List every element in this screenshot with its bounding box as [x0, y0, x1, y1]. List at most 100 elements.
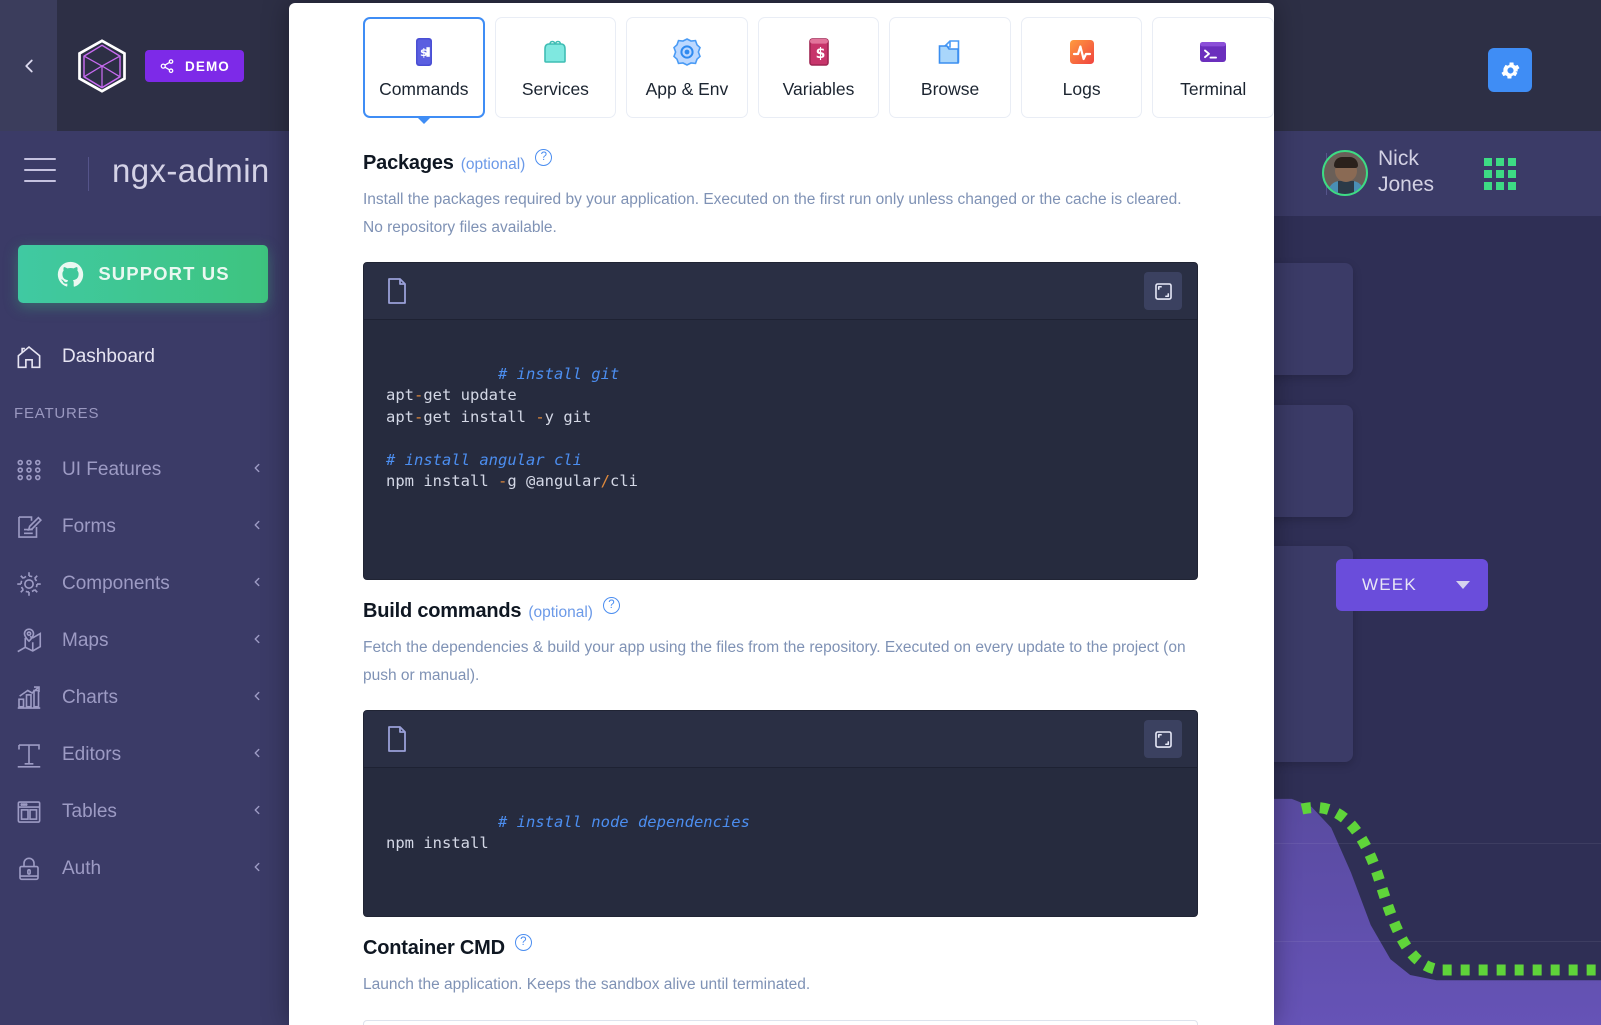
file-icon[interactable]: [385, 725, 409, 753]
gear-icon: [1500, 61, 1520, 79]
app-logo-icon: [78, 39, 126, 93]
tab-label: Services: [521, 79, 589, 99]
user-first-name: Nick: [1378, 147, 1419, 170]
section-build-commands: Build commands (optional) ? Fetch the de…: [363, 597, 1198, 917]
section-heading: Packages (optional) ?: [363, 149, 1198, 175]
build-code-content[interactable]: # install node dependencies npm install: [364, 768, 1197, 916]
dots-grid-icon: [14, 455, 56, 485]
sidebar-collapse-button[interactable]: [0, 0, 57, 131]
avatar[interactable]: [1322, 150, 1368, 196]
sidebar-item-label: Charts: [62, 686, 118, 708]
sidebar-section-features: FEATURES: [14, 404, 100, 422]
sidebar-item-dashboard[interactable]: Dashboard: [0, 328, 290, 385]
tab-logs[interactable]: Logs: [1020, 17, 1143, 118]
tab-label: Terminal: [1180, 79, 1247, 99]
menu-toggle-button[interactable]: [24, 158, 56, 184]
section-optional-tag: (optional): [528, 604, 593, 621]
sidebar-item-label: UI Features: [62, 458, 162, 480]
help-icon[interactable]: ?: [602, 597, 620, 614]
period-selector-week[interactable]: WEEK: [1336, 559, 1488, 611]
tab-variables[interactable]: $ Variables: [757, 17, 880, 118]
tab-label: App & Env: [645, 79, 729, 99]
sidebar-item-tables[interactable]: Tables: [0, 783, 290, 840]
section-description: Install the packages required by your ap…: [363, 191, 1182, 236]
chevron-left-icon: [250, 573, 264, 595]
code-line: apt-get install -y git: [386, 407, 592, 426]
packages-code-editor[interactable]: # install git apt-get update apt-get ins…: [363, 262, 1198, 580]
app-title: ngx-admin: [112, 152, 270, 189]
form-edit-icon: [14, 512, 56, 542]
help-icon[interactable]: ?: [514, 934, 532, 951]
gear-icon: [14, 569, 56, 599]
shell-prompt-icon: $: [407, 35, 441, 69]
variables-book-icon: $: [802, 35, 836, 69]
expand-icon: [1154, 730, 1172, 748]
build-code-editor[interactable]: # install node dependencies npm install: [363, 710, 1198, 917]
sidebar-menu: Dashboard FEATURES UI Features Forms Com…: [0, 328, 290, 897]
chevron-down-icon: [1456, 581, 1470, 589]
expand-editor-button[interactable]: [1144, 720, 1182, 758]
sidebar-item-components[interactable]: Components: [0, 555, 290, 612]
tab-label: Commands: [379, 79, 469, 99]
chevron-left-icon: [250, 687, 264, 709]
tab-services[interactable]: Services: [494, 17, 617, 118]
app-sidebar: SUPPORT US Dashboard FEATURES UI Feature…: [0, 216, 290, 1025]
sidebar-item-ui-features[interactable]: UI Features: [0, 441, 290, 498]
chevron-left-icon: [250, 516, 264, 538]
code-line: npm install: [386, 834, 489, 852]
terminal-icon: [1196, 35, 1230, 69]
user-name[interactable]: Nick Jones: [1378, 146, 1468, 198]
section-heading: Container CMD ?: [363, 934, 1198, 960]
chevron-left-icon: [24, 59, 33, 72]
chevron-left-icon: [250, 459, 264, 481]
apps-grid-icon[interactable]: [1484, 158, 1516, 190]
share-nodes-icon: [160, 58, 174, 73]
code-line: npm install -g @angular/cli: [386, 472, 638, 490]
packages-code-content[interactable]: # install git apt-get update apt-get ins…: [364, 320, 1197, 579]
container-cmd-input[interactable]: ng serve --disable-host-check --host 0.0…: [363, 1020, 1198, 1025]
background-chart: [1272, 762, 1601, 1025]
demo-badge-label: DEMO: [185, 58, 230, 74]
expand-editor-button[interactable]: [1144, 272, 1182, 310]
section-packages: Packages (optional) ? Install the packag…: [363, 149, 1198, 580]
support-us-button[interactable]: SUPPORT US: [18, 245, 268, 303]
folder-file-icon: [933, 35, 967, 69]
help-icon[interactable]: ?: [535, 149, 553, 166]
code-line: apt-get update: [386, 386, 517, 404]
svg-text:$: $: [815, 46, 825, 62]
map-pin-icon: [14, 626, 56, 656]
tab-label: Logs: [1062, 79, 1101, 99]
dialog-tab-bar: $ Commands Services App & Env $ Variable…: [289, 3, 1274, 118]
code-line-comment: # install node dependencies: [497, 812, 750, 831]
code-line-comment: # install angular cli: [386, 450, 582, 469]
settings-button[interactable]: [1488, 48, 1532, 92]
tab-commands[interactable]: $ Commands: [363, 17, 485, 118]
editor-toolbar: [364, 263, 1197, 320]
services-box-icon: [538, 35, 572, 69]
sidebar-item-auth[interactable]: Auth: [0, 840, 290, 897]
demo-badge[interactable]: DEMO: [145, 50, 244, 82]
hamburger-line: [24, 158, 56, 160]
sidebar-item-forms[interactable]: Forms: [0, 498, 290, 555]
chevron-left-icon: [250, 801, 264, 823]
file-icon[interactable]: [385, 277, 409, 305]
chart-series-line: [1300, 801, 1601, 976]
hamburger-line: [24, 169, 56, 171]
section-description: Launch the application. Keeps the sandbo…: [363, 976, 811, 993]
expand-icon: [1154, 282, 1172, 300]
pulse-logs-icon: [1065, 35, 1099, 69]
tab-browse[interactable]: Browse: [889, 17, 1011, 118]
sidebar-item-charts[interactable]: Charts: [0, 669, 290, 726]
tab-terminal[interactable]: Terminal: [1152, 17, 1274, 118]
table-icon: [14, 797, 56, 827]
tab-app-env[interactable]: App & Env: [626, 17, 748, 118]
header-divider: [88, 157, 89, 191]
chevron-left-icon: [250, 630, 264, 652]
sidebar-item-editors[interactable]: Editors: [0, 726, 290, 783]
sidebar-item-maps[interactable]: Maps: [0, 612, 290, 669]
user-last-name: Jones: [1378, 173, 1435, 196]
chevron-left-icon: [250, 858, 264, 880]
dialog-body: Packages (optional) ? Install the packag…: [289, 118, 1274, 1025]
home-icon: [14, 342, 56, 372]
text-t-icon: [14, 740, 56, 770]
